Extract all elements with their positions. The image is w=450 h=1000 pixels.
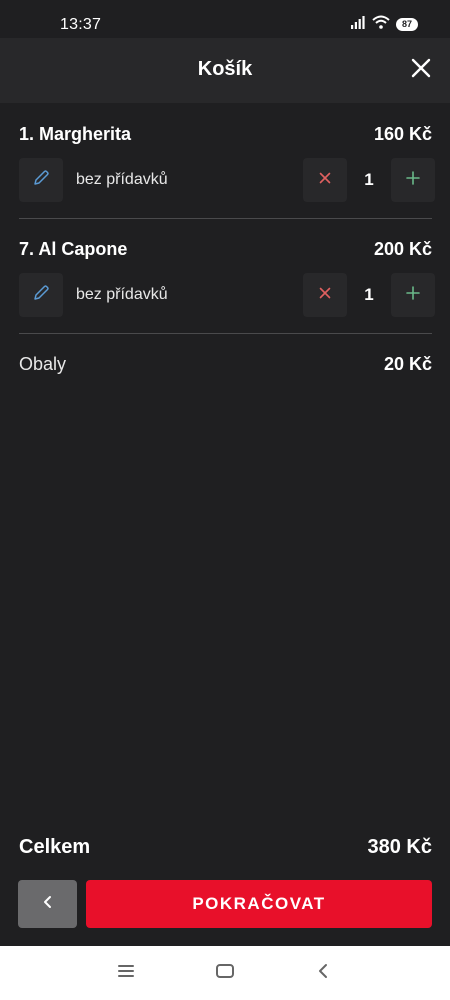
- packaging-label: Obaly: [19, 354, 67, 374]
- menu-button[interactable]: [114, 962, 138, 984]
- edit-button[interactable]: [19, 273, 63, 317]
- remove-button[interactable]: [303, 273, 347, 317]
- item-quantity: 1: [364, 170, 374, 189]
- status-icons: 87: [350, 15, 418, 34]
- increase-button[interactable]: [391, 273, 435, 317]
- item-quantity: 1: [364, 285, 374, 304]
- item-price: 160 Kč: [373, 124, 432, 144]
- back-icon: [317, 963, 329, 984]
- packaging-price: 20 Kč: [383, 354, 432, 374]
- plus-icon: [406, 285, 420, 305]
- total-label: Celkem: [19, 836, 91, 858]
- system-nav-bar: [0, 946, 450, 1000]
- close-icon: [411, 58, 431, 83]
- pencil-icon: [32, 284, 50, 307]
- total-value: 380 Kč: [367, 836, 433, 858]
- remove-icon: [319, 286, 331, 304]
- item-name: 7. Al Capone: [19, 239, 128, 259]
- item-name: 1. Margherita: [19, 124, 132, 144]
- back-nav-button[interactable]: [311, 962, 335, 984]
- battery-icon: 87: [395, 17, 418, 31]
- edit-button[interactable]: [19, 158, 63, 202]
- plus-icon: [406, 170, 420, 190]
- remove-icon: [319, 171, 331, 189]
- back-button[interactable]: [18, 880, 77, 928]
- item-addons: bez přídavků: [76, 286, 168, 303]
- signal-icon: [350, 15, 366, 34]
- close-button[interactable]: [408, 57, 434, 83]
- home-icon: [215, 963, 235, 984]
- increase-button[interactable]: [391, 158, 435, 202]
- continue-button[interactable]: POKRAČOVAT: [86, 880, 432, 928]
- remove-button[interactable]: [303, 158, 347, 202]
- divider: [19, 333, 432, 334]
- page-title: Košík: [197, 58, 253, 80]
- divider: [19, 218, 432, 219]
- cart-item: 7. Al Capone 200 Kč bez přídavků 1: [19, 239, 435, 339]
- pencil-icon: [32, 169, 50, 192]
- item-controls: bez přídavků 1: [19, 273, 435, 317]
- home-button[interactable]: [213, 962, 237, 984]
- status-bar: 13:37 87: [0, 0, 450, 38]
- item-price: 200 Kč: [373, 239, 432, 259]
- cart-item: 1. Margherita 160 Kč bez přídavků 1: [19, 124, 435, 224]
- wifi-icon: [372, 15, 390, 34]
- status-time: 13:37: [60, 16, 102, 33]
- item-addons: bez přídavků: [76, 171, 168, 188]
- item-controls: bez přídavků 1: [19, 158, 435, 202]
- cart-header: Košík: [0, 38, 450, 103]
- chevron-left-icon: [42, 895, 54, 914]
- menu-icon: [118, 964, 134, 983]
